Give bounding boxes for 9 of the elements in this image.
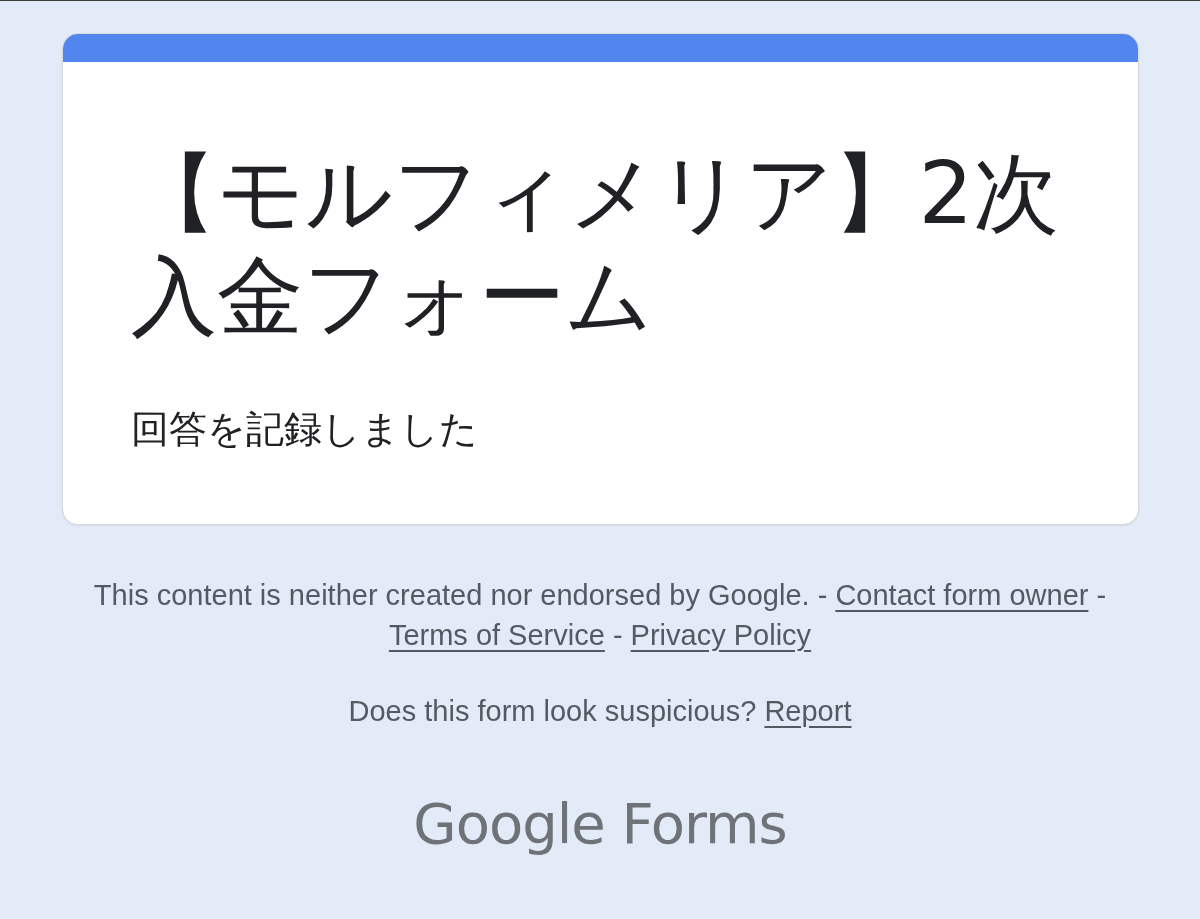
report-prompt: Does this form look suspicious? Report bbox=[347, 694, 853, 729]
terms-link[interactable]: Terms of Service bbox=[388, 619, 605, 651]
product-logo: Google Forms bbox=[413, 790, 787, 858]
disclaimer-text: This content is neither created nor endorsed by Google. - Contact form owner - Terms of Service - Privacy Policy bbox=[92, 578, 1108, 653]
form-title: 【モルフィメリア】2次入金フォーム bbox=[130, 142, 1061, 348]
contact-link[interactable]: Contact form owner bbox=[835, 579, 1089, 611]
confirmation-message: 回答を記録しました bbox=[130, 406, 479, 453]
report-link[interactable]: Report bbox=[764, 695, 852, 727]
privacy-link[interactable]: Privacy Policy bbox=[630, 619, 812, 651]
